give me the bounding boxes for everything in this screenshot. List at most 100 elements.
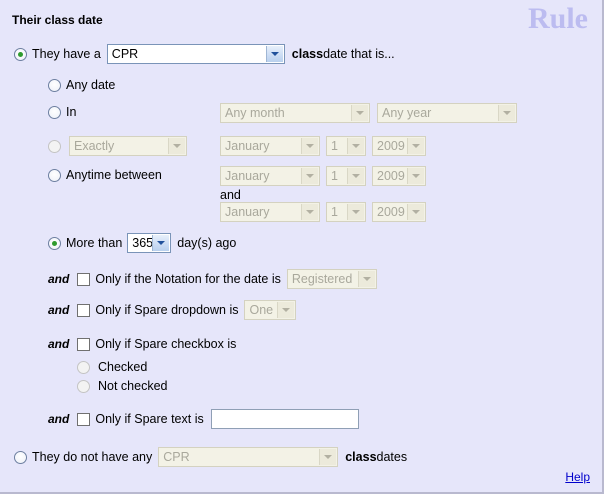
more-than-days-value: 365 [132, 236, 154, 250]
primary-suffix-bold: class [291, 47, 324, 61]
condition-spare-dropdown-row[interactable]: and Only if Spare dropdown is One [48, 300, 297, 320]
chevron-down-icon [168, 138, 185, 154]
condition-notation-and-label: and [48, 272, 70, 286]
option-exactly-fields: January 1 2009 [220, 136, 426, 156]
checkbox-notation[interactable] [77, 272, 91, 286]
radio-spare-not-checked[interactable] [77, 379, 90, 393]
anytime-between-to-fields: January 1 2009 [220, 202, 426, 222]
in-month-select-value: Any month [225, 106, 285, 120]
between-from-day-select[interactable]: 1 [326, 166, 366, 186]
spare-checkbox-option-checked-row[interactable]: Checked [77, 360, 147, 374]
between-from-day-value: 1 [331, 169, 338, 183]
spare-checked-label: Checked [98, 360, 148, 374]
anytime-between-from-fields: January 1 2009 [220, 166, 426, 186]
chevron-down-icon [319, 449, 337, 465]
chevron-down-icon [277, 302, 295, 318]
radio-any-date[interactable] [48, 78, 61, 92]
class-type-select-value: CPR [111, 47, 139, 61]
notation-select[interactable]: Registered [286, 269, 377, 289]
between-to-month-value: January [225, 205, 270, 219]
chevron-down-icon [152, 235, 170, 251]
radio-they-have-a[interactable] [14, 47, 27, 61]
spare-dropdown-select-value: One [249, 303, 274, 317]
condition-spare-text-row[interactable]: and Only if Spare text is [48, 409, 359, 429]
between-to-year-select[interactable]: 2009 [372, 202, 426, 222]
in-year-select[interactable]: Any year [377, 103, 517, 123]
condition-spare-checkbox-and-label: and [48, 337, 70, 351]
in-month-select[interactable]: Any month [220, 103, 370, 123]
negative-option-row[interactable]: They do not have any CPR class dates [14, 447, 407, 467]
chevron-down-icon [347, 138, 364, 154]
condition-spare-text-and-label: and [48, 412, 70, 426]
radio-spare-checked[interactable] [77, 360, 90, 374]
chevron-down-icon [347, 204, 364, 220]
between-from-year-select[interactable]: 2009 [372, 166, 426, 186]
chevron-down-icon [301, 138, 318, 154]
between-from-year-value: 2009 [377, 169, 405, 183]
radio-more-than[interactable] [48, 236, 61, 250]
option-more-than-row[interactable]: More than 365 day(s) ago [48, 233, 236, 253]
condition-spare-checkbox-label: Only if Spare checkbox is [95, 337, 237, 351]
condition-spare-dropdown-label: Only if Spare dropdown is [95, 303, 239, 317]
rule-watermark: Rule [528, 2, 588, 35]
negative-prefix-label: They do not have any [32, 450, 153, 464]
condition-notation-row[interactable]: and Only if the Notation for the date is… [48, 269, 377, 289]
checkbox-spare-text[interactable] [77, 412, 91, 426]
page-title: Their class date [12, 13, 103, 27]
option-exactly-row[interactable]: Exactly [48, 136, 187, 156]
option-in-label: In [66, 105, 77, 119]
spare-not-checked-label: Not checked [98, 379, 168, 393]
more-than-prefix-label: More than [66, 236, 123, 250]
condition-spare-text-label: Only if Spare text is [95, 412, 204, 426]
chevron-down-icon [301, 204, 318, 220]
negative-suffix-rest: dates [376, 450, 408, 464]
option-anytime-between-row[interactable]: Anytime between [48, 168, 162, 182]
between-from-month-value: January [225, 169, 270, 183]
primary-option-row[interactable]: They have a CPR class date that is... [14, 44, 395, 64]
chevron-down-icon [407, 168, 424, 184]
exactly-qualifier-select[interactable]: Exactly [69, 136, 187, 156]
chevron-down-icon [407, 138, 424, 154]
anytime-between-and-label-row: and [220, 188, 241, 202]
exactly-day-select[interactable]: 1 [326, 136, 366, 156]
spare-text-input[interactable] [210, 409, 359, 429]
class-type-select[interactable]: CPR [106, 44, 285, 64]
condition-notation-label: Only if the Notation for the date is [95, 272, 281, 286]
radio-they-do-not-have-any[interactable] [14, 450, 27, 464]
chevron-down-icon [357, 271, 375, 287]
more-than-days-select[interactable]: 365 [127, 233, 172, 253]
primary-suffix-rest: date that is... [323, 47, 395, 61]
chevron-down-icon [347, 168, 364, 184]
exactly-day-select-value: 1 [331, 139, 338, 153]
option-in-row[interactable]: In [48, 105, 76, 119]
negative-suffix-bold: class [345, 450, 377, 464]
option-in-fields: Any month Any year [220, 103, 517, 123]
chevron-down-icon [498, 105, 515, 121]
in-year-select-value: Any year [382, 106, 432, 120]
chevron-down-icon [301, 168, 318, 184]
checkbox-spare-dropdown[interactable] [77, 303, 91, 317]
between-from-month-select[interactable]: January [220, 166, 320, 186]
between-to-year-value: 2009 [377, 205, 405, 219]
condition-spare-checkbox-row[interactable]: and Only if Spare checkbox is [48, 337, 236, 351]
radio-in[interactable] [48, 105, 61, 119]
exactly-month-select[interactable]: January [220, 136, 320, 156]
exactly-month-select-value: January [225, 139, 270, 153]
spare-checkbox-option-not-checked-row[interactable]: Not checked [77, 379, 167, 393]
radio-anytime-between[interactable] [48, 168, 61, 182]
checkbox-spare-checkbox[interactable] [77, 337, 91, 351]
exactly-year-select[interactable]: 2009 [372, 136, 426, 156]
between-and-label: and [220, 188, 241, 202]
notation-select-value: Registered [291, 272, 353, 286]
radio-exactly[interactable] [48, 139, 61, 153]
negative-class-type-select[interactable]: CPR [158, 447, 339, 467]
primary-prefix-label: They have a [32, 47, 101, 61]
exactly-qualifier-select-value: Exactly [74, 139, 115, 153]
between-to-day-select[interactable]: 1 [326, 202, 366, 222]
chevron-down-icon [407, 204, 424, 220]
exactly-year-select-value: 2009 [377, 139, 405, 153]
option-any-date-row[interactable]: Any date [48, 78, 115, 92]
help-link[interactable]: Help [565, 470, 590, 484]
spare-dropdown-select[interactable]: One [244, 300, 297, 320]
between-to-month-select[interactable]: January [220, 202, 320, 222]
